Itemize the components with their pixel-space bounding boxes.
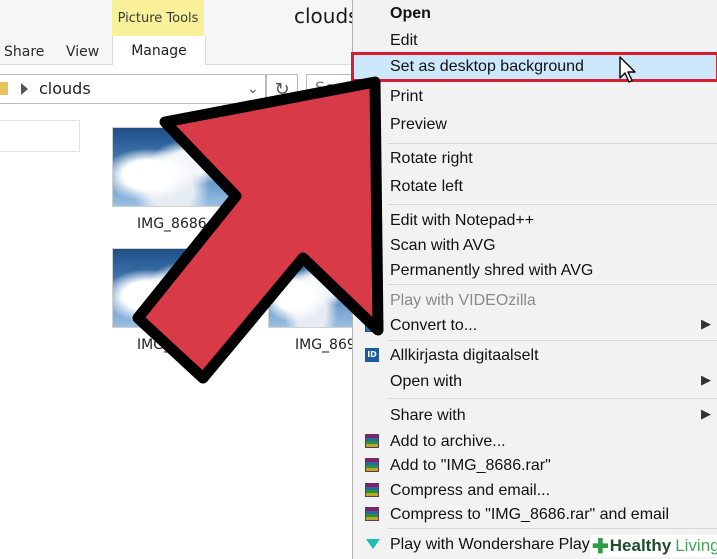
videozilla-icon [365, 293, 379, 307]
menu-item-label: Add to archive... [390, 433, 506, 450]
submenu-arrow-icon: ▶ [701, 316, 711, 331]
menu-separator [387, 398, 717, 399]
winrar-icon [365, 458, 379, 472]
menu-separator [387, 340, 717, 341]
shred-icon [365, 263, 379, 277]
refresh-icon: ↻ [274, 78, 290, 100]
watermark-healthy-text: Healthy [609, 536, 672, 555]
submenu-arrow-icon: ▶ [701, 406, 711, 421]
menu-separator [387, 143, 717, 144]
menu-item-label: Play with VIDEOzilla [390, 292, 536, 309]
breadcrumb-arrow-icon[interactable] [21, 83, 28, 95]
menu-item-label: Share with [390, 407, 466, 424]
menu-item-label: Compress to "IMG_8686.rar" and email [390, 506, 670, 523]
menu-item-set-as-desktop-background[interactable]: Set as desktop background [351, 52, 717, 82]
menu-item-convert-to[interactable]: Convert to... ▶ [353, 313, 717, 339]
tab-manage[interactable]: Manage [112, 36, 206, 65]
menu-item-label: Preview [390, 116, 447, 133]
menu-item-allkirjasta-digitaalselt[interactable]: ID Allkirjasta digitaalselt [353, 343, 717, 369]
menu-item-share-with[interactable]: Share with ▶ [353, 403, 717, 429]
convert-icon [365, 318, 379, 332]
cloud-image [268, 127, 360, 205]
menu-item-label: Edit with Notepad++ [390, 212, 535, 229]
menu-item-rotate-right[interactable]: Rotate right [353, 146, 717, 172]
menu-item-preview[interactable]: Preview [353, 112, 717, 138]
file-name[interactable]: IMG_8686 [137, 216, 207, 232]
menu-item-open[interactable]: Open [353, 1, 717, 27]
menu-item-add-to-rar[interactable]: Add to "IMG_8686.rar" [353, 453, 717, 479]
winrar-icon [365, 507, 379, 521]
menu-item-shred-with-avg[interactable]: Permanently shred with AVG [353, 258, 717, 284]
menu-item-label: Rotate left [390, 178, 463, 195]
submenu-arrow-icon: ▶ [701, 372, 711, 387]
menu-item-label: Set as desktop background [390, 58, 584, 75]
menu-item-label: Add to "IMG_8686.rar" [390, 457, 551, 474]
menu-item-label: Play with Wondershare Player [390, 536, 605, 553]
menu-item-compress-and-email[interactable]: Compress and email... [353, 478, 717, 504]
menu-separator [387, 528, 717, 529]
tab-share[interactable]: Share [4, 44, 44, 60]
file-name[interactable]: IMG_8687 [284, 216, 354, 232]
folder-icon [0, 82, 8, 95]
menu-separator [387, 284, 717, 285]
address-row: clouds ⌄ ↻ Search [0, 74, 366, 104]
menu-item-compress-to-rar-and-email[interactable]: Compress to "IMG_8686.rar" and email [353, 502, 717, 528]
menu-item-add-to-archive[interactable]: Add to archive... [353, 429, 717, 455]
menu-item-label: Open with [390, 373, 463, 390]
cloud-image [269, 249, 353, 327]
cloud-image [113, 249, 231, 327]
breadcrumb[interactable]: clouds [39, 79, 91, 98]
menu-item-print[interactable]: Print [353, 84, 717, 110]
file-thumbnail[interactable] [112, 248, 232, 328]
refresh-button[interactable]: ↻ [266, 74, 298, 104]
menu-item-label: Permanently shred with AVG [390, 262, 594, 279]
menu-item-label: Compress and email... [390, 482, 551, 499]
chevron-down-icon[interactable]: ⌄ [247, 81, 259, 97]
navigation-pane[interactable] [0, 120, 80, 152]
winrar-icon [365, 483, 379, 497]
plus-icon: ✚ [592, 535, 609, 558]
healthy-living-watermark: ✚ Healthy Living [590, 535, 717, 558]
menu-item-edit[interactable]: Edit [353, 28, 717, 54]
context-menu: Open Edit Set as desktop background Prin… [351, 0, 717, 559]
menu-item-rotate-left[interactable]: Rotate left [353, 174, 717, 200]
file-explorer-window: Picture Tools clouds Share View Manage c… [0, 0, 366, 559]
avg-icon [365, 238, 379, 252]
menu-item-label: Open [390, 5, 431, 22]
watermark-living-text: Living [675, 536, 717, 555]
menu-item-label: Allkirjasta digitaalselt [390, 347, 539, 364]
window-title: clouds [294, 4, 359, 28]
file-thumbnail[interactable] [268, 248, 354, 328]
menu-item-open-with[interactable]: Open with ▶ [353, 369, 717, 395]
menu-item-scan-with-avg[interactable]: Scan with AVG [353, 233, 717, 259]
file-thumbnail-selected[interactable] [259, 120, 361, 212]
menu-item-label: Scan with AVG [390, 237, 496, 254]
menu-separator [387, 204, 717, 205]
cloud-image [113, 128, 231, 206]
menu-item-label: Convert to... [390, 317, 478, 334]
menu-item-label: Rotate right [390, 150, 473, 167]
winrar-icon [365, 434, 379, 448]
wondershare-play-icon [366, 539, 380, 549]
menu-item-label: Print [390, 88, 423, 105]
digital-signature-icon: ID [365, 348, 379, 362]
menu-item-label: Edit [390, 32, 418, 49]
mouse-cursor-icon [619, 56, 636, 83]
file-name[interactable]: IMG_8695 [137, 337, 207, 353]
notepad-plus-plus-icon [365, 213, 379, 227]
ribbon: Picture Tools clouds Share View Manage [0, 0, 359, 65]
menu-item-edit-with-notepad[interactable]: Edit with Notepad++ [353, 208, 717, 234]
picture-tools-tab-group: Picture Tools [112, 0, 204, 36]
file-thumbnail[interactable] [112, 127, 232, 207]
menu-item-play-with-videozilla: Play with VIDEOzilla [353, 288, 717, 314]
tab-view[interactable]: View [66, 44, 99, 60]
address-bar[interactable]: clouds ⌄ [0, 74, 266, 104]
